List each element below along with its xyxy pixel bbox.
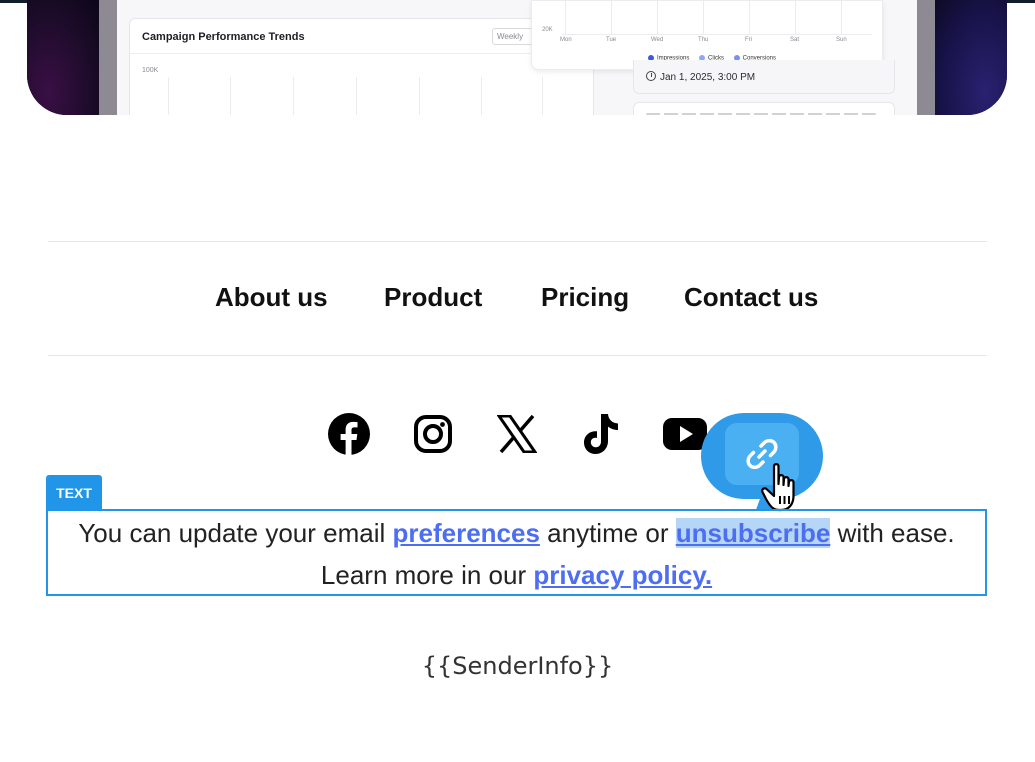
device-bezel-right bbox=[917, 0, 935, 115]
grid-line bbox=[841, 1, 842, 34]
clock-icon bbox=[646, 71, 656, 81]
period-select: Weekly bbox=[492, 28, 534, 45]
grid-line bbox=[795, 1, 796, 34]
grid-line bbox=[419, 77, 420, 115]
text-segment: with ease. bbox=[830, 518, 955, 548]
nav-link-product[interactable]: Product bbox=[384, 282, 482, 313]
campaign-chart-card: Campaign Performance Trends Weekly 100K bbox=[129, 18, 595, 115]
day-label: Sun bbox=[836, 37, 847, 43]
hand-cursor-icon bbox=[760, 462, 808, 514]
instagram-icon[interactable] bbox=[411, 412, 455, 456]
text-segment: Learn more in our bbox=[320, 560, 534, 590]
grid-line bbox=[562, 34, 872, 35]
grid-line bbox=[230, 77, 231, 115]
chart-title: Campaign Performance Trends bbox=[142, 31, 305, 43]
schedule-date: Jan 1, 2025, 3:00 PM bbox=[660, 72, 756, 83]
grid-line bbox=[703, 1, 704, 34]
day-label: Tue bbox=[606, 37, 617, 43]
sender-info: {{SenderInfo}} bbox=[421, 652, 614, 680]
grid-line bbox=[611, 1, 612, 34]
unsubscribe-link[interactable]: unsubscribe bbox=[675, 518, 831, 548]
grid-line bbox=[749, 1, 750, 34]
text-line-1: You can update your email preferences an… bbox=[48, 518, 985, 549]
divider-bottom bbox=[48, 355, 987, 356]
text-segment: You can update your email bbox=[78, 518, 393, 548]
mini-y-tick: 20K bbox=[542, 27, 553, 33]
grid-line bbox=[293, 77, 294, 115]
day-label: Sat bbox=[790, 37, 800, 43]
hero-right-background bbox=[935, 0, 1007, 115]
grid-line bbox=[481, 77, 482, 115]
hero-image: Campaign Performance Trends Weekly 100K … bbox=[27, 0, 1007, 115]
chart-divider bbox=[130, 53, 595, 54]
grid-line bbox=[168, 77, 169, 115]
grid-line bbox=[542, 77, 543, 115]
text-block[interactable]: You can update your email preferences an… bbox=[46, 509, 987, 596]
schedule-date-row: Jan 1, 2025, 3:00 PM bbox=[646, 71, 755, 83]
grid-line bbox=[657, 1, 658, 34]
privacy-policy-link[interactable]: privacy policy. bbox=[533, 560, 712, 590]
schedule-card-next bbox=[633, 102, 895, 115]
day-label: Fri bbox=[745, 37, 752, 43]
hero-left-background bbox=[27, 0, 99, 115]
dashboard-screenshot: Campaign Performance Trends Weekly 100K … bbox=[117, 0, 917, 115]
tiktok-icon[interactable] bbox=[579, 412, 623, 456]
divider-top bbox=[48, 241, 987, 242]
device-bezel-left bbox=[99, 0, 117, 115]
y-tick-label: 100K bbox=[142, 67, 159, 74]
day-label: Wed bbox=[651, 37, 664, 43]
nav-link-contact-us[interactable]: Contact us bbox=[684, 282, 818, 313]
nav-link-about-us[interactable]: About us bbox=[215, 282, 328, 313]
preferences-link[interactable]: preferences bbox=[393, 518, 540, 548]
day-label: Mon bbox=[560, 37, 572, 43]
schedule-card: Jan 1, 2025, 3:00 PM bbox=[633, 60, 895, 94]
footer-nav: About us Product Pricing Contact us bbox=[0, 282, 1035, 318]
text-block-tag[interactable]: TEXT bbox=[46, 475, 102, 510]
grid-line bbox=[565, 1, 566, 34]
blurred-text bbox=[646, 113, 876, 115]
text-segment: anytime or bbox=[539, 518, 676, 548]
nav-link-pricing[interactable]: Pricing bbox=[541, 282, 629, 313]
facebook-icon[interactable] bbox=[327, 412, 371, 456]
x-icon[interactable] bbox=[495, 412, 539, 456]
day-label: Thu bbox=[698, 37, 709, 43]
text-line-2: Learn more in our privacy policy. bbox=[48, 560, 985, 591]
grid-line bbox=[356, 77, 357, 115]
